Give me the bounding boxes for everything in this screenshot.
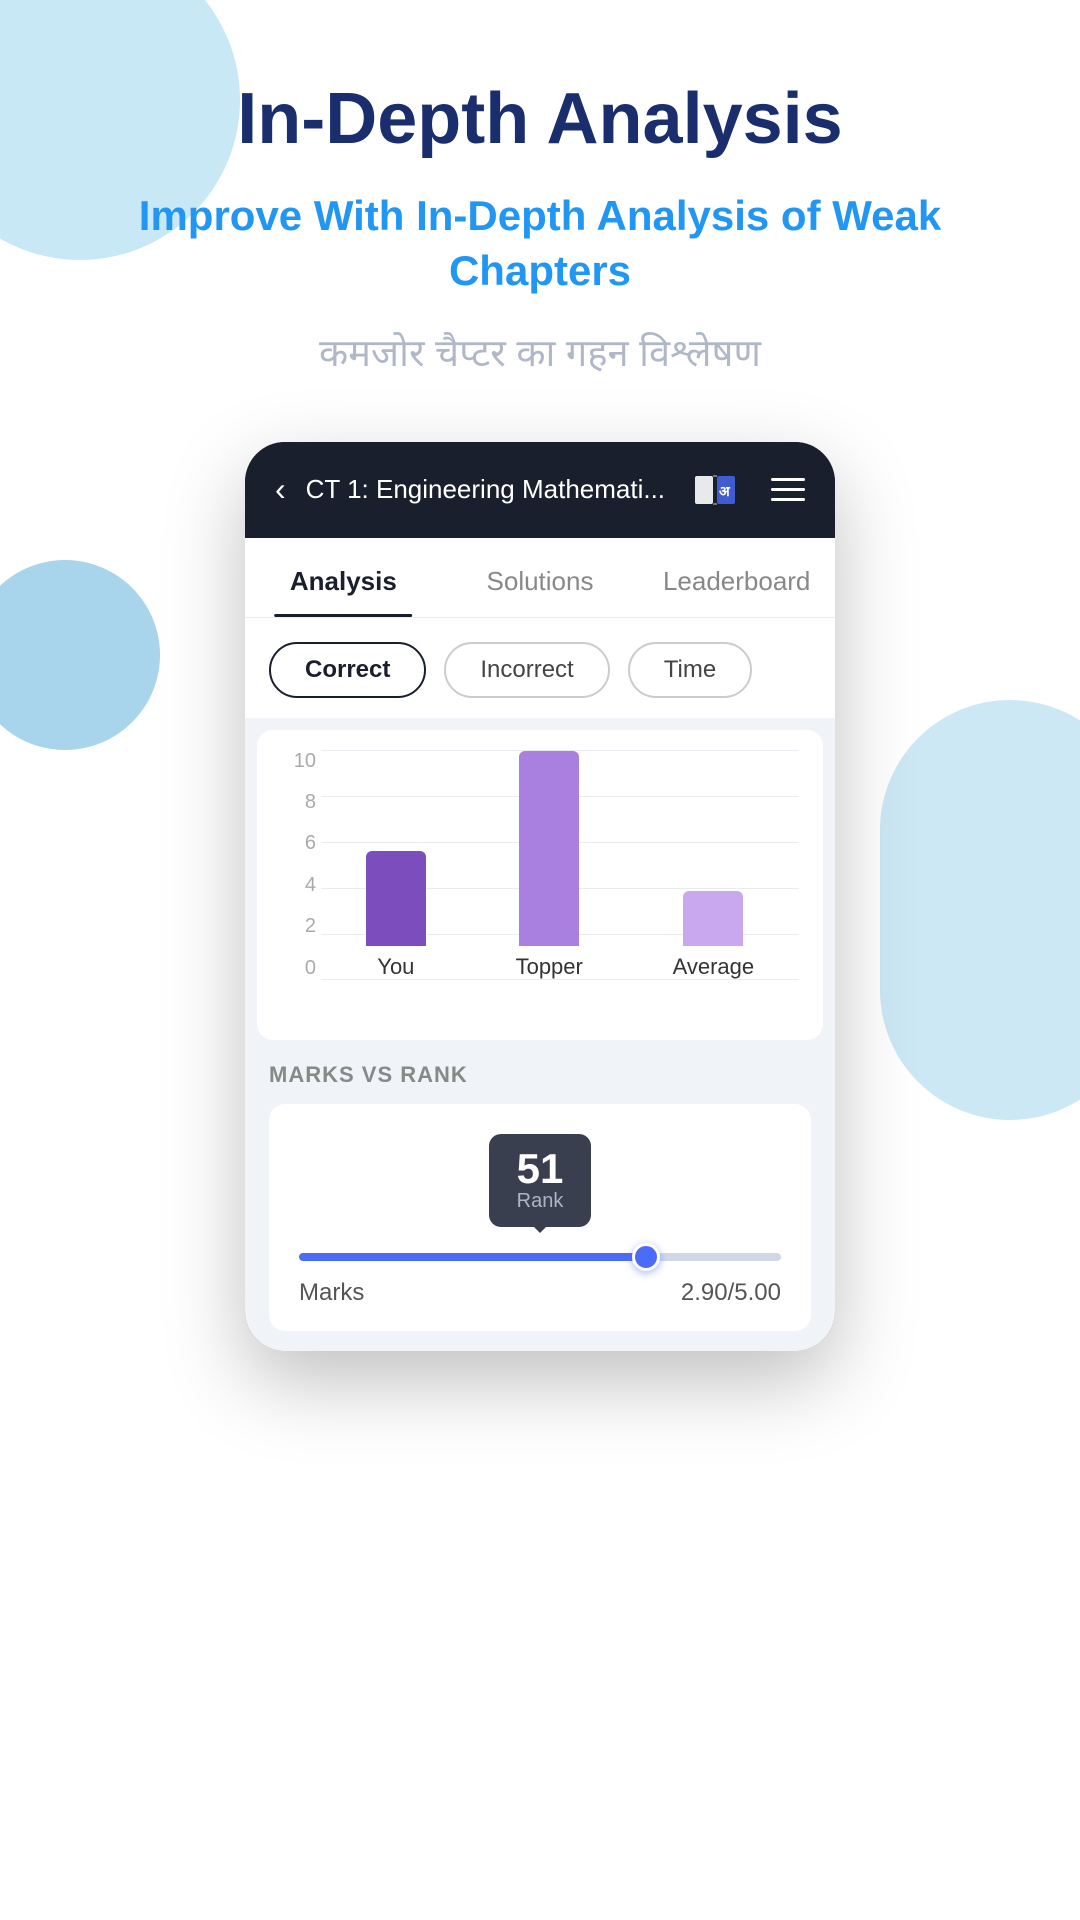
rank-bubble: 51 Rank [489, 1134, 592, 1227]
hamburger-line-3 [771, 498, 805, 501]
y-label-2: 2 [281, 915, 316, 938]
marks-label: Marks [299, 1279, 364, 1307]
chart-area: 10 8 6 4 2 0 [281, 750, 799, 1010]
marks-value: 2.90/5.00 [681, 1279, 781, 1307]
tab-analysis[interactable]: Analysis [245, 538, 442, 617]
filter-row: Correct Incorrect Time [245, 618, 835, 718]
phone-header: ‹ CT 1: Engineering Mathemati... अ [245, 442, 835, 538]
y-label-8: 8 [281, 791, 316, 814]
bar-you [366, 851, 426, 946]
slider-row [299, 1253, 781, 1261]
filter-incorrect[interactable]: Incorrect [444, 642, 609, 698]
subtitle-english: Improve With In-Depth Analysis of Weak C… [60, 189, 1020, 298]
bar-group-you: You [366, 851, 426, 980]
bar-average [683, 891, 743, 946]
svg-text:अ: अ [719, 483, 731, 499]
slider-meta: Marks 2.90/5.00 [299, 1279, 781, 1307]
hamburger-line-1 [771, 478, 805, 481]
tabs-row: Analysis Solutions Leaderboard [245, 538, 835, 618]
slider-track[interactable] [299, 1253, 781, 1261]
hamburger-line-2 [771, 488, 805, 491]
filter-correct[interactable]: Correct [269, 642, 426, 698]
phone-mockup: ‹ CT 1: Engineering Mathemati... अ [245, 442, 835, 1351]
phone-body: Analysis Solutions Leaderboard Correct I… [245, 538, 835, 1351]
slider-thumb[interactable] [632, 1243, 660, 1271]
y-label-0: 0 [281, 957, 316, 980]
bar-label-you: You [377, 954, 414, 980]
y-label-6: 6 [281, 832, 316, 855]
subtitle-hindi: कमजोर चैप्टर का गहन विश्लेषण [319, 328, 761, 381]
back-button[interactable]: ‹ [275, 471, 286, 508]
header-title: CT 1: Engineering Mathemati... [306, 474, 669, 505]
chart-section: 10 8 6 4 2 0 [257, 730, 823, 1040]
bars-container: You Topper Average [321, 750, 799, 1010]
tab-leaderboard[interactable]: Leaderboard [638, 538, 835, 617]
book-icon: अ [689, 470, 741, 510]
bar-group-topper: Topper [516, 751, 583, 980]
rank-bubble-row: 51 Rank [299, 1134, 781, 1227]
rank-text: Rank [517, 1190, 564, 1213]
marks-vs-rank-section: MARKS VS RANK 51 Rank [245, 1052, 835, 1351]
y-axis: 10 8 6 4 2 0 [281, 750, 316, 980]
hamburger-menu[interactable] [771, 478, 805, 501]
y-label-4: 4 [281, 874, 316, 897]
filter-time[interactable]: Time [628, 642, 752, 698]
bar-topper [519, 751, 579, 946]
bar-label-topper: Topper [516, 954, 583, 980]
marks-vs-rank-label: MARKS VS RANK [269, 1062, 811, 1088]
page-title: In-Depth Analysis [237, 80, 842, 159]
bar-label-average: Average [673, 954, 755, 980]
tab-solutions[interactable]: Solutions [442, 538, 639, 617]
rank-card: 51 Rank Marks 2.90/5.00 [269, 1104, 811, 1331]
bar-group-average: Average [673, 891, 755, 980]
y-label-10: 10 [281, 750, 316, 773]
rank-number: 51 [517, 1148, 564, 1190]
